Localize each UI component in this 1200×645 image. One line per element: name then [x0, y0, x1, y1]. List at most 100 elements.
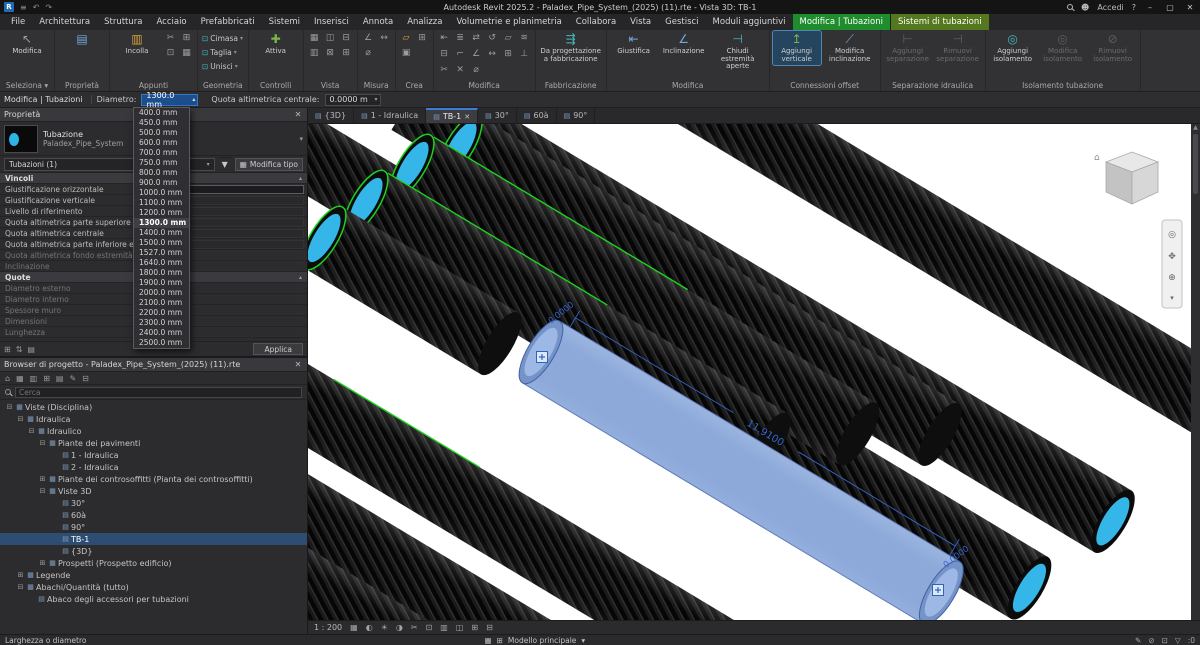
scrollbar-thumb[interactable] — [1193, 134, 1198, 194]
scroll-up-icon[interactable]: ▲ — [1193, 124, 1198, 131]
detail-level-icon[interactable]: ▦ — [350, 623, 358, 632]
properties-help-icon[interactable]: ⊞ — [4, 345, 11, 354]
tile-views-icon[interactable]: ▥ — [307, 46, 322, 60]
tree-item[interactable]: 1 - Idraulica — [0, 449, 307, 461]
modify-tool-icon[interactable]: ▱ — [501, 31, 516, 45]
property-value-field[interactable] — [172, 229, 304, 238]
add-insulation-button[interactable]: ◎ Aggiungi isolamento — [989, 31, 1037, 65]
diameter-option[interactable]: 1500.0 mm — [134, 238, 189, 248]
views-icon[interactable]: ▦ — [16, 374, 24, 383]
minimize-button[interactable]: – — [1144, 3, 1156, 12]
tree-item[interactable]: Piante dei controsoffitti (Pianta dei co… — [0, 473, 307, 485]
diameter-option[interactable]: 750.0 mm — [134, 158, 189, 168]
diameter-option[interactable]: 1900.0 mm — [134, 278, 189, 288]
help-icon[interactable]: ? — [1132, 3, 1136, 12]
justify-button[interactable]: ⇤ Giustifica — [610, 31, 658, 58]
modify-tool-icon[interactable]: ∠ — [469, 47, 484, 61]
add-vertical-button[interactable]: ↥ Aggiungi verticale — [773, 31, 821, 65]
property-value-field[interactable] — [172, 185, 304, 194]
shadows-icon[interactable]: ◑ — [396, 623, 403, 632]
aligned-dim-icon[interactable]: ⌀ — [361, 46, 376, 60]
edit-type-button[interactable]: ▦ Modifica tipo — [235, 158, 303, 171]
slope-button[interactable]: ∠ Inclinazione — [660, 31, 708, 58]
settings-icon[interactable]: ▤ — [27, 345, 35, 354]
diameter-option[interactable]: 600.0 mm — [134, 138, 189, 148]
geometry-tool[interactable]: ⊡ Taglia ▾ — [201, 45, 245, 59]
ribbon-tab[interactable]: Moduli aggiuntivi — [706, 14, 793, 30]
diameter-option[interactable]: 1527.0 mm — [134, 248, 189, 258]
close-icon[interactable]: ✕ — [293, 360, 303, 369]
search-icon[interactable] — [1067, 4, 1073, 10]
modify-tool-icon[interactable]: ✂ — [437, 63, 452, 77]
elevation-combobox[interactable]: 0.0000 m ▾ — [325, 94, 381, 106]
tree-item[interactable]: {3D} — [0, 545, 307, 557]
diameter-option[interactable]: 1400.0 mm — [134, 228, 189, 238]
tree-item[interactable]: Viste (Disciplina) — [0, 401, 307, 413]
tree-item[interactable]: Idraulico — [0, 425, 307, 437]
section-icon[interactable]: ⊟ — [339, 31, 354, 45]
expander-icon[interactable] — [5, 403, 14, 411]
diameter-option[interactable]: 400.0 mm — [134, 108, 189, 118]
modify-tool-icon[interactable]: ⇤ — [437, 31, 452, 45]
ribbon-tab[interactable]: Architettura — [32, 14, 97, 30]
expander-icon[interactable] — [16, 583, 25, 591]
expander-icon[interactable] — [16, 415, 25, 423]
view-tab[interactable]: ▤ {3D} ✕ — [308, 108, 354, 123]
view-tab[interactable]: ▤ 1 - Idraulica ✕ — [354, 108, 426, 123]
property-value-field[interactable] — [172, 251, 304, 260]
end-drag-handle[interactable] — [933, 585, 944, 596]
diameter-combobox[interactable]: 1300.0 mm ▴ — [141, 94, 198, 106]
signin-label[interactable]: Accedi — [1097, 3, 1123, 12]
constraints-icon[interactable]: ⊟ — [486, 623, 493, 632]
view-tab[interactable]: ▤ 30° ✕ — [478, 108, 517, 123]
zoom-icon[interactable]: ⊕ — [1168, 273, 1176, 283]
temporary-hide-icon[interactable]: ▥ — [440, 623, 448, 632]
expander-icon[interactable] — [27, 427, 36, 435]
collapse-section-icon[interactable]: ▴ — [299, 175, 302, 182]
contextual-tab-pipe-systems[interactable]: Sistemi di tubazioni — [890, 14, 989, 30]
tree-item[interactable]: 60à — [0, 509, 307, 521]
worksets-icon[interactable]: ▦ — [485, 636, 492, 645]
geometry-tool[interactable]: ⊡ Unisci ▾ — [201, 59, 245, 73]
geometry-tool[interactable]: ⊡ Cimasa ▾ — [201, 31, 245, 45]
press-drag-icon[interactable]: ⊡ — [1162, 636, 1168, 645]
close-icon[interactable]: ✕ — [293, 110, 303, 119]
diameter-option[interactable]: 700.0 mm — [134, 148, 189, 158]
link-icon[interactable]: ⊟ — [82, 374, 89, 383]
collapse-section-icon[interactable]: ▴ — [299, 274, 302, 281]
diameter-option[interactable]: 1000.0 mm — [134, 188, 189, 198]
sun-path-icon[interactable]: ☀ — [381, 623, 388, 632]
diameter-option[interactable]: 2300.0 mm — [134, 318, 189, 328]
diameter-option[interactable]: 450.0 mm — [134, 118, 189, 128]
property-value-field[interactable] — [172, 207, 304, 216]
view-tab[interactable]: ▤ 90° ✕ — [557, 108, 596, 123]
browser-search-input[interactable] — [15, 387, 302, 398]
sheets-icon[interactable]: ▥ — [30, 374, 38, 383]
crop-region-icon[interactable]: ⊡ — [426, 623, 433, 632]
start-drag-handle[interactable] — [537, 352, 548, 363]
ribbon-tab[interactable]: Annota — [356, 14, 400, 30]
create-group-icon[interactable]: ⊞ — [415, 31, 430, 45]
exclude-options-icon[interactable]: ⊘ — [1148, 636, 1154, 645]
edit-icon[interactable]: ✎ — [69, 374, 76, 383]
families-icon[interactable]: ⊞ — [43, 374, 50, 383]
property-value-field[interactable] — [172, 317, 304, 326]
pan-icon[interactable]: ✥ — [1168, 252, 1176, 262]
ribbon-tab[interactable]: Inserisci — [307, 14, 356, 30]
switch-window-icon[interactable]: ⊞ — [339, 46, 354, 60]
tree-item[interactable]: TB-1 — [0, 533, 307, 545]
diameter-option[interactable]: 2000.0 mm — [134, 288, 189, 298]
property-value-field[interactable] — [172, 240, 304, 249]
modify-tool-icon[interactable]: ⊥ — [517, 47, 532, 61]
user-icon[interactable]: ☻ — [1081, 3, 1089, 12]
modify-tool-icon[interactable]: ↔ — [485, 47, 500, 61]
view-tab[interactable]: ▤ 60à ✕ — [517, 108, 557, 123]
diameter-option[interactable]: 1640.0 mm — [134, 258, 189, 268]
crop-view-icon[interactable]: ✂ — [411, 623, 418, 632]
edit-filter-icon[interactable]: ▼ — [218, 157, 232, 172]
tree-item[interactable]: 2 - Idraulica — [0, 461, 307, 473]
drawing-canvas[interactable]: 11.9100 0.0000 0.0000 — [308, 124, 1191, 620]
property-value-field[interactable] — [172, 196, 304, 205]
ribbon-tab[interactable]: Gestisci — [658, 14, 705, 30]
diameter-option[interactable]: 1200.0 mm — [134, 208, 189, 218]
